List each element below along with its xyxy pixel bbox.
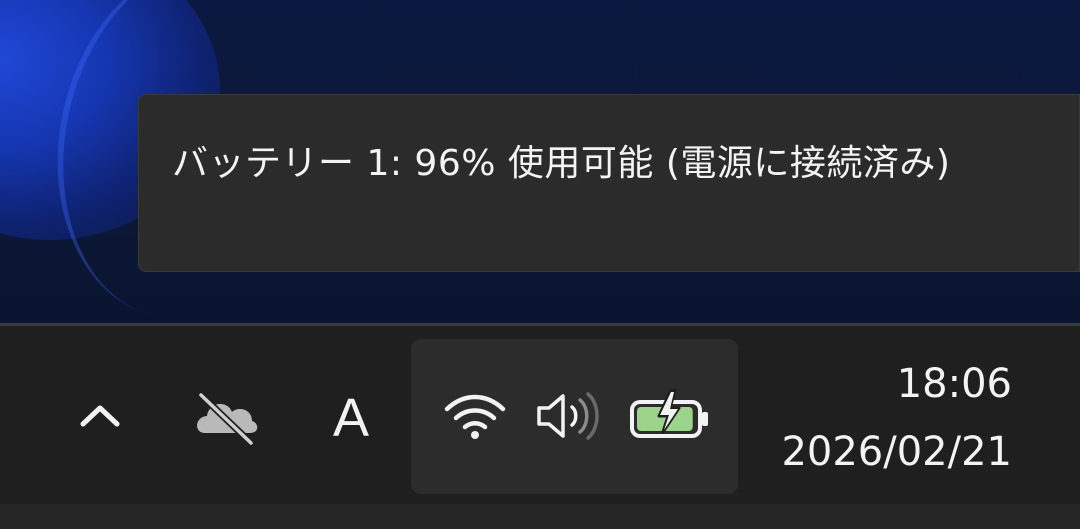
clock-time: 18:06 bbox=[896, 361, 1012, 407]
clock-date: 2026/02/21 bbox=[781, 429, 1012, 475]
battery-button[interactable] bbox=[625, 380, 715, 452]
clock-button[interactable]: 18:06 2026/02/21 bbox=[781, 358, 1012, 480]
chevron-up-icon bbox=[80, 405, 120, 427]
wifi-icon bbox=[444, 394, 506, 439]
show-hidden-icons-button[interactable] bbox=[70, 380, 130, 450]
ime-mode-label: A bbox=[332, 388, 370, 448]
volume-button[interactable] bbox=[530, 384, 604, 448]
battery-tooltip: バッテリー 1: 96% 使用可能 (電源に接続済み) bbox=[138, 94, 1080, 272]
battery-tooltip-text: バッテリー 1: 96% 使用可能 (電源に接続済み) bbox=[172, 143, 951, 184]
volume-icon bbox=[537, 392, 599, 440]
ime-mode-button[interactable]: A bbox=[316, 378, 386, 458]
onedrive-button[interactable] bbox=[186, 382, 266, 452]
onedrive-paused-icon bbox=[197, 391, 258, 447]
battery-charging-icon bbox=[630, 388, 708, 438]
wifi-button[interactable] bbox=[438, 384, 512, 448]
taskbar-bottom-edge bbox=[0, 504, 1080, 529]
